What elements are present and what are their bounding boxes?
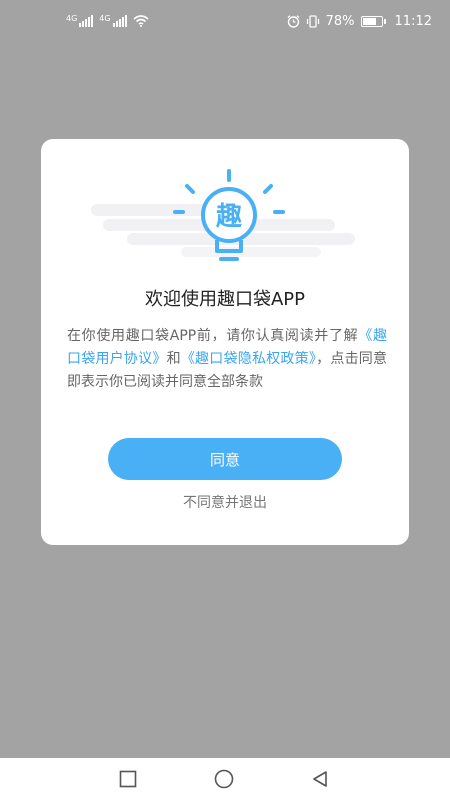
status-bar: 4G 4G 78% 11:12: [0, 0, 450, 42]
logo-char: 趣: [215, 202, 242, 232]
status-right: 78% 11:12: [287, 14, 432, 29]
alarm-icon: [287, 14, 300, 28]
recent-apps-icon[interactable]: [118, 769, 138, 789]
signal-icon: 4G: [66, 14, 94, 27]
body-prefix: 在你使用趣口袋APP前，请你认真阅读并了解: [67, 328, 359, 344]
clock: 11:12: [394, 13, 432, 29]
signal-icon: 4G: [99, 14, 127, 27]
signal-1-label: 4G: [66, 14, 78, 23]
navigation-bar: [0, 758, 450, 800]
privacy-policy-link[interactable]: 《趣口袋隐私权政策》: [181, 351, 316, 367]
back-icon[interactable]: [310, 769, 330, 789]
dialog-title: 欢迎使用趣口袋APP: [144, 289, 306, 310]
disagree-exit-button[interactable]: 不同意并退出: [41, 492, 409, 512]
battery-fill: [362, 17, 376, 25]
dialog-body: 在你使用趣口袋APP前，请你认真阅读并了解《趣口袋用户协议》和《趣口袋隐私权政策…: [67, 325, 387, 394]
lightbulb-illustration: 趣: [91, 169, 355, 261]
privacy-dialog: 趣 欢迎使用趣口袋APP 在你使用趣口袋APP前，请你认真阅读并了解《趣口袋用户…: [41, 139, 409, 545]
wifi-icon: [133, 15, 149, 27]
vibrate-icon: [306, 14, 319, 28]
body-connector: 和: [166, 351, 181, 367]
battery-icon: [360, 15, 386, 27]
status-left: 4G 4G: [66, 15, 149, 27]
signal-2-label: 4G: [99, 14, 111, 23]
home-icon[interactable]: [214, 769, 234, 789]
battery-percent: 78%: [325, 13, 355, 29]
agree-button[interactable]: 同意: [108, 438, 342, 480]
